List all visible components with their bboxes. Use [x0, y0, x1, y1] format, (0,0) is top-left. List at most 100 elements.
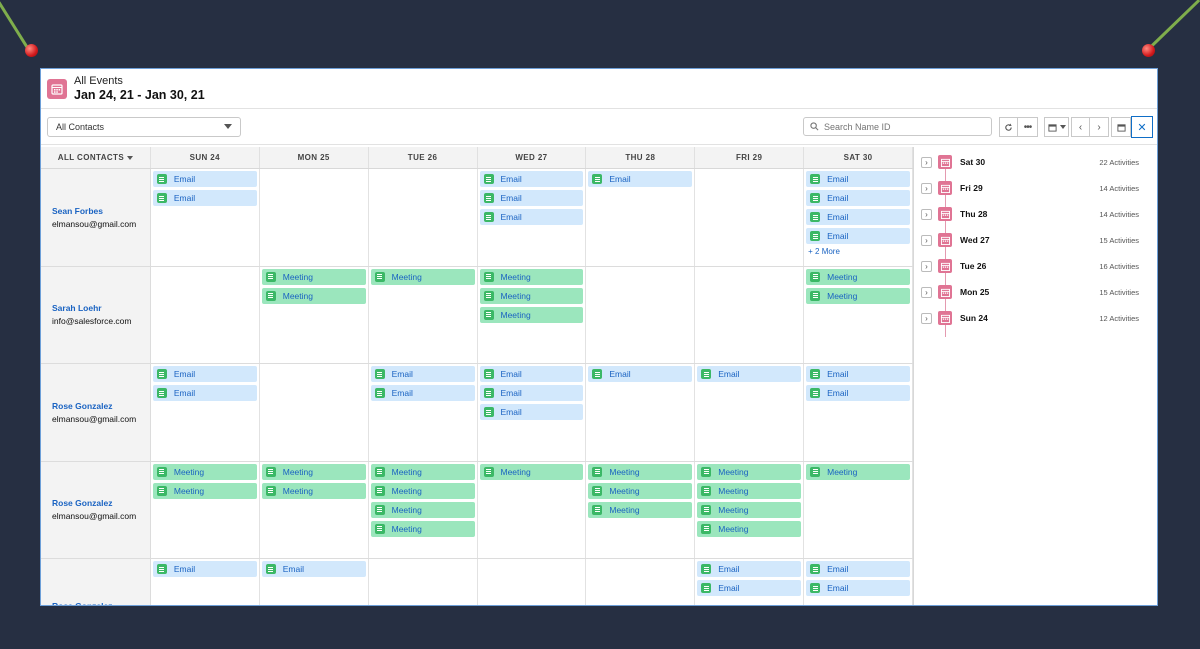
- email-event[interactable]: Email: [152, 190, 257, 206]
- day-cell[interactable]: Meeting Meeting Meeting Meeting: [695, 461, 805, 558]
- meeting-event[interactable]: Meeting: [588, 501, 693, 518]
- email-event[interactable]: Email: [806, 561, 910, 577]
- close-button[interactable]: ✕: [1131, 116, 1153, 138]
- email-event[interactable]: Email: [697, 580, 802, 596]
- meeting-event[interactable]: Meeting: [697, 463, 802, 480]
- email-event[interactable]: Email: [697, 561, 802, 577]
- contact-name-link[interactable]: Rose Gonzalez: [52, 498, 150, 508]
- email-event[interactable]: Email: [152, 366, 257, 382]
- email-event[interactable]: Email: [588, 171, 693, 187]
- email-event[interactable]: Email: [152, 385, 257, 401]
- email-event[interactable]: Email: [806, 385, 910, 401]
- chevron-right-icon[interactable]: ›: [921, 208, 932, 220]
- day-cell[interactable]: Email: [695, 364, 805, 461]
- day-cell[interactable]: Email Email: [369, 364, 478, 461]
- meeting-event[interactable]: Meeting: [370, 482, 475, 499]
- email-event[interactable]: Email: [806, 366, 910, 382]
- day-cell[interactable]: [260, 169, 369, 266]
- day-cell[interactable]: [151, 266, 260, 363]
- email-event[interactable]: Email: [479, 209, 584, 225]
- day-cell[interactable]: Email Email: [804, 364, 913, 461]
- day-cell[interactable]: Email Email: [804, 559, 913, 605]
- day-cell[interactable]: Meeting Meeting: [151, 461, 260, 558]
- chevron-right-icon[interactable]: ›: [921, 312, 932, 324]
- day-cell[interactable]: [695, 266, 805, 363]
- day-cell[interactable]: [586, 266, 696, 363]
- timeline-item[interactable]: › Thu 28 14 Activities: [914, 201, 1157, 227]
- timeline-item[interactable]: › Mon 25 15 Activities: [914, 279, 1157, 305]
- day-cell[interactable]: Email Email Email Email + 2 More: [804, 169, 913, 266]
- more-button[interactable]: •••: [1018, 117, 1038, 137]
- email-event[interactable]: Email: [806, 580, 910, 596]
- email-event[interactable]: Email: [697, 366, 802, 382]
- day-cell[interactable]: Meeting Meeting Meeting Meeting: [369, 461, 478, 558]
- meeting-event[interactable]: Meeting: [370, 520, 475, 537]
- day-cell[interactable]: Email: [260, 559, 369, 605]
- day-cell[interactable]: Email Email: [151, 364, 260, 461]
- contacts-column-header[interactable]: ALL CONTACTS: [41, 147, 151, 168]
- meeting-event[interactable]: Meeting: [261, 463, 366, 480]
- calendar-view-dropdown[interactable]: [1044, 117, 1069, 137]
- day-cell[interactable]: Email: [151, 559, 260, 605]
- chevron-right-icon[interactable]: ›: [921, 182, 932, 194]
- email-event[interactable]: Email: [806, 228, 910, 244]
- contacts-filter-select[interactable]: All Contacts: [47, 116, 241, 137]
- search-box[interactable]: [803, 117, 992, 136]
- meeting-event[interactable]: Meeting: [261, 482, 366, 499]
- day-cell[interactable]: [369, 559, 478, 605]
- meeting-event[interactable]: Meeting: [370, 463, 475, 480]
- meeting-event[interactable]: Meeting: [806, 287, 910, 304]
- contact-name-link[interactable]: Rose Gonzalez: [52, 601, 150, 605]
- day-cell[interactable]: Meeting: [369, 266, 478, 363]
- timeline-item[interactable]: › Tue 26 16 Activities: [914, 253, 1157, 279]
- meeting-event[interactable]: Meeting: [261, 287, 366, 304]
- timeline-item[interactable]: › Fri 29 14 Activities: [914, 175, 1157, 201]
- email-event[interactable]: Email: [479, 366, 584, 382]
- email-event[interactable]: Email: [152, 171, 257, 187]
- day-cell[interactable]: [369, 169, 478, 266]
- day-cell[interactable]: Email Email: [695, 559, 805, 605]
- meeting-event[interactable]: Meeting: [697, 501, 802, 518]
- more-events-link[interactable]: + 2 More: [806, 247, 910, 256]
- email-event[interactable]: Email: [806, 171, 910, 187]
- email-event[interactable]: Email: [588, 366, 693, 382]
- calendar-button[interactable]: [1111, 117, 1131, 137]
- search-input[interactable]: [824, 121, 974, 132]
- timeline-item[interactable]: › Wed 27 15 Activities: [914, 227, 1157, 253]
- day-cell[interactable]: Meeting: [804, 461, 913, 558]
- day-cell[interactable]: Email: [586, 364, 696, 461]
- email-event[interactable]: Email: [479, 404, 584, 420]
- email-event[interactable]: Email: [370, 385, 475, 401]
- contact-name-link[interactable]: Sarah Loehr: [52, 303, 150, 313]
- meeting-event[interactable]: Meeting: [370, 501, 475, 518]
- previous-week-button[interactable]: ‹: [1071, 117, 1090, 137]
- day-cell[interactable]: [260, 364, 369, 461]
- day-cell[interactable]: [586, 559, 696, 605]
- email-event[interactable]: Email: [479, 190, 584, 206]
- email-event[interactable]: Email: [806, 190, 910, 206]
- meeting-event[interactable]: Meeting: [697, 520, 802, 537]
- chevron-right-icon[interactable]: ›: [921, 260, 932, 272]
- meeting-event[interactable]: Meeting: [697, 482, 802, 499]
- meeting-event[interactable]: Meeting: [370, 268, 475, 285]
- meeting-event[interactable]: Meeting: [261, 268, 366, 285]
- email-event[interactable]: Email: [479, 171, 584, 187]
- chevron-right-icon[interactable]: ›: [921, 286, 932, 298]
- day-cell[interactable]: Meeting Meeting: [804, 266, 913, 363]
- day-cell[interactable]: Meeting Meeting: [260, 266, 369, 363]
- meeting-event[interactable]: Meeting: [479, 306, 584, 323]
- email-event[interactable]: Email: [370, 366, 475, 382]
- day-cell[interactable]: Email Email: [151, 169, 260, 266]
- meeting-event[interactable]: Meeting: [479, 268, 584, 285]
- meeting-event[interactable]: Meeting: [588, 482, 693, 499]
- email-event[interactable]: Email: [152, 561, 257, 577]
- chevron-right-icon[interactable]: ›: [921, 156, 932, 168]
- contact-name-link[interactable]: Rose Gonzalez: [52, 401, 150, 411]
- email-event[interactable]: Email: [806, 209, 910, 225]
- meeting-event[interactable]: Meeting: [152, 463, 257, 480]
- meeting-event[interactable]: Meeting: [588, 463, 693, 480]
- day-cell[interactable]: [478, 559, 587, 605]
- chevron-right-icon[interactable]: ›: [921, 234, 932, 246]
- meeting-event[interactable]: Meeting: [152, 482, 257, 499]
- day-cell[interactable]: Meeting Meeting Meeting: [586, 461, 696, 558]
